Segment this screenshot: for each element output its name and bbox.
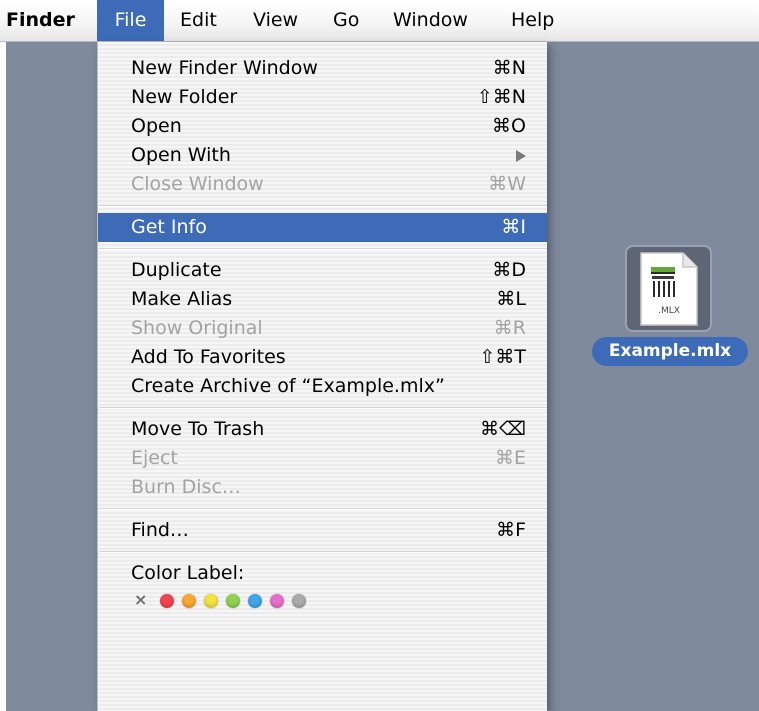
- menu-item-shortcut: ⌘R: [493, 317, 526, 339]
- file-menu: New Finder Window ⌘N New Folder ⇧⌘N Open ⌘O Op…: [97, 42, 547, 711]
- document-icon-graphic: .MLX: [640, 252, 698, 326]
- menu-item-close-window[interactable]: Close Window ⌘W: [98, 170, 547, 199]
- menu-item-eject[interactable]: Eject ⌘E: [98, 444, 547, 473]
- menu-separator: [99, 205, 547, 207]
- menu-item-find[interactable]: Find… ⌘F: [98, 516, 547, 545]
- menu-separator: [99, 248, 547, 250]
- menu-item-shortcut: ⇧⌘N: [476, 86, 526, 108]
- color-label-red[interactable]: [160, 594, 174, 608]
- menu-item-shortcut: ⌘L: [496, 288, 526, 310]
- menu-item-label: Show Original: [131, 317, 263, 339]
- menu-item-label: Move To Trash: [131, 418, 265, 440]
- menu-separator: [99, 551, 547, 553]
- menu-item-label: Add To Favorites: [131, 346, 286, 368]
- menu-item-label: Burn Disc…: [131, 476, 241, 498]
- menu-item-get-info[interactable]: Get Info ⌘I: [98, 213, 547, 242]
- menu-item-label: New Finder Window: [131, 57, 318, 79]
- menu-separator: [99, 407, 547, 409]
- menu-item-new-folder[interactable]: New Folder ⇧⌘N: [98, 83, 547, 112]
- menu-finder[interactable]: Finder: [6, 0, 75, 41]
- menu-separator: [99, 508, 547, 510]
- document-icon-caption: .MLX: [658, 306, 680, 316]
- file-name-label[interactable]: Example.mlx: [592, 337, 748, 366]
- color-label-orange[interactable]: [182, 594, 196, 608]
- menu-item-shortcut: ⌘I: [501, 216, 526, 238]
- submenu-arrow-icon: [516, 141, 526, 170]
- color-label-yellow[interactable]: [204, 594, 218, 608]
- no-color-label-icon[interactable]: ×: [134, 590, 147, 610]
- menu-item-shortcut: ⌘W: [488, 173, 526, 195]
- menu-item-shortcut: ⌘⌫: [480, 418, 526, 440]
- menu-item-duplicate[interactable]: Duplicate ⌘D: [98, 256, 547, 285]
- menu-item-move-to-trash[interactable]: Move To Trash ⌘⌫: [98, 415, 547, 444]
- menu-item-open[interactable]: Open ⌘O: [98, 112, 547, 141]
- menu-item-label: Make Alias: [131, 288, 233, 310]
- menu-item-create-archive-of-example-mlx[interactable]: Create Archive of “Example.mlx”: [98, 372, 547, 401]
- menu-item-shortcut: ⌘D: [492, 259, 526, 281]
- menu-item-open-with[interactable]: Open With: [98, 141, 547, 170]
- menu-item-label: Eject: [131, 447, 178, 469]
- menu-item-label: Get Info: [131, 216, 207, 238]
- menu-item-shortcut: ⌘N: [492, 57, 526, 79]
- menu-item-color-label[interactable]: Color Label:: [98, 559, 547, 588]
- menu-item-label: Find…: [131, 519, 189, 541]
- color-label-purple[interactable]: [270, 594, 284, 608]
- menu-bar: Finder File Edit View Go Window Help: [0, 0, 759, 42]
- menu-item-label: Close Window: [131, 173, 264, 195]
- menu-edit[interactable]: Edit: [180, 0, 217, 41]
- menu-item-shortcut: ⌘O: [492, 115, 526, 137]
- menu-item-new-finder-window[interactable]: New Finder Window ⌘N: [98, 54, 547, 83]
- menu-item-label: Duplicate: [131, 259, 222, 281]
- menu-item-show-original[interactable]: Show Original ⌘R: [98, 314, 547, 343]
- color-label-green[interactable]: [226, 594, 240, 608]
- menu-go[interactable]: Go: [333, 0, 359, 41]
- menu-item-burn-disc[interactable]: Burn Disc…: [98, 473, 547, 502]
- document-icon[interactable]: .MLX: [625, 245, 712, 332]
- menu-item-add-to-favorites[interactable]: Add To Favorites ⇧⌘T: [98, 343, 547, 372]
- menu-item-shortcut: ⌘F: [496, 519, 526, 541]
- menu-item-label: Open: [131, 115, 182, 137]
- menu-item-label: Create Archive of “Example.mlx”: [131, 375, 445, 397]
- menu-item-label: Color Label:: [131, 562, 245, 584]
- menu-view[interactable]: View: [253, 0, 298, 41]
- menu-item-shortcut: ⇧⌘T: [479, 346, 526, 368]
- menu-item-label: Open With: [131, 144, 231, 166]
- menu-item-shortcut: ⌘E: [494, 447, 526, 469]
- color-label-gray[interactable]: [292, 594, 306, 608]
- menu-file[interactable]: File: [97, 0, 164, 41]
- color-label-blue[interactable]: [248, 594, 262, 608]
- menu-item-make-alias[interactable]: Make Alias ⌘L: [98, 285, 547, 314]
- menu-window[interactable]: Window: [393, 0, 468, 41]
- menu-item-label: New Folder: [131, 86, 238, 108]
- menu-help[interactable]: Help: [511, 0, 554, 41]
- triangle-right-icon: [516, 149, 526, 162]
